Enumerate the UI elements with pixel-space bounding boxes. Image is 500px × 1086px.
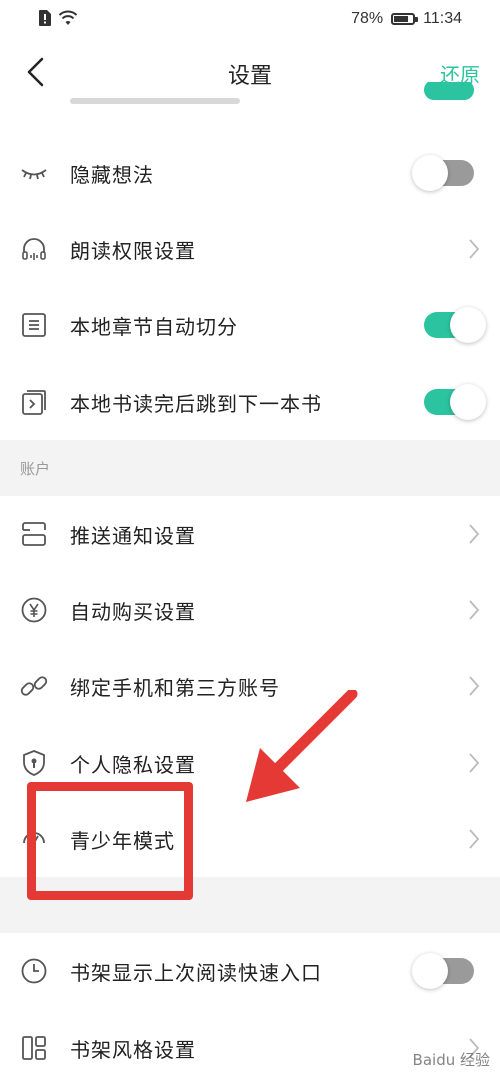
row-label: 书架风格设置 (70, 1038, 196, 1062)
settings-row-shelf-quick-entry[interactable]: 书架显示上次阅读快速入口 (0, 933, 500, 1009)
row-label: 朗读权限设置 (70, 239, 196, 263)
chevron-right-icon (469, 239, 480, 259)
row-label: 本地书读完后跳到下一本书 (70, 392, 322, 416)
chevron-right-icon (469, 753, 480, 773)
row-label: 隐藏想法 (70, 163, 154, 187)
yen-icon (21, 597, 47, 623)
settings-row-push[interactable]: 推送通知设置 (0, 496, 500, 572)
next-book-icon (22, 390, 46, 415)
row-label: 自动购买设置 (70, 600, 196, 624)
settings-row-chapter-split[interactable]: 本地章节自动切分 (0, 287, 500, 363)
chevron-right-icon (469, 829, 480, 849)
clock-icon (21, 958, 47, 984)
shelf-quick-entry-toggle[interactable] (412, 953, 474, 989)
bookshelf-layout-icon (22, 1036, 46, 1060)
annotation-highlight-box (27, 782, 193, 900)
row-label: 本地章节自动切分 (70, 315, 238, 339)
sim-alert-icon (39, 10, 51, 26)
settings-row-shelf-style[interactable]: 书架风格设置 (0, 1010, 500, 1086)
row-label: 推送通知设置 (70, 524, 196, 548)
settings-row-read-aloud[interactable]: 朗读权限设置 (0, 211, 500, 287)
cut-off-row (0, 82, 500, 110)
section-title: 账户 (20, 460, 51, 478)
chevron-right-icon (469, 600, 480, 620)
shield-icon (23, 750, 45, 776)
settings-row-hide-thoughts[interactable]: 隐藏想法 (0, 135, 500, 211)
cut-off-toggle (424, 82, 474, 100)
status-bar: 78% 11:34 (0, 0, 500, 38)
clock-time: 11:34 (423, 10, 462, 27)
section-header-account: 账户 (0, 440, 500, 496)
settings-row-next-book[interactable]: 本地书读完后跳到下一本书 (0, 364, 500, 440)
status-left (38, 9, 78, 27)
link-icon (20, 676, 48, 696)
next-book-toggle[interactable] (424, 384, 486, 420)
battery-icon (391, 13, 419, 25)
annotation-arrow (246, 690, 358, 802)
headphones-icon (22, 238, 46, 260)
push-notification-icon (22, 522, 46, 546)
chevron-right-icon (469, 676, 480, 696)
document-lines-icon (22, 313, 46, 337)
chevron-right-icon (469, 524, 480, 544)
watermark: Baidu 经验 (412, 1051, 490, 1069)
battery-percent: 78% (351, 10, 384, 27)
eye-closed-icon (21, 169, 47, 180)
wifi-icon (58, 10, 78, 25)
chapter-split-toggle[interactable] (424, 307, 486, 343)
hide-thoughts-toggle[interactable] (412, 155, 474, 191)
settings-row-auto-buy[interactable]: 自动购买设置 (0, 572, 500, 648)
status-right: 78% 11:34 (351, 10, 462, 28)
cut-off-label (70, 98, 240, 104)
row-label: 个人隐私设置 (70, 753, 196, 777)
row-label: 书架显示上次阅读快速入口 (70, 961, 322, 985)
